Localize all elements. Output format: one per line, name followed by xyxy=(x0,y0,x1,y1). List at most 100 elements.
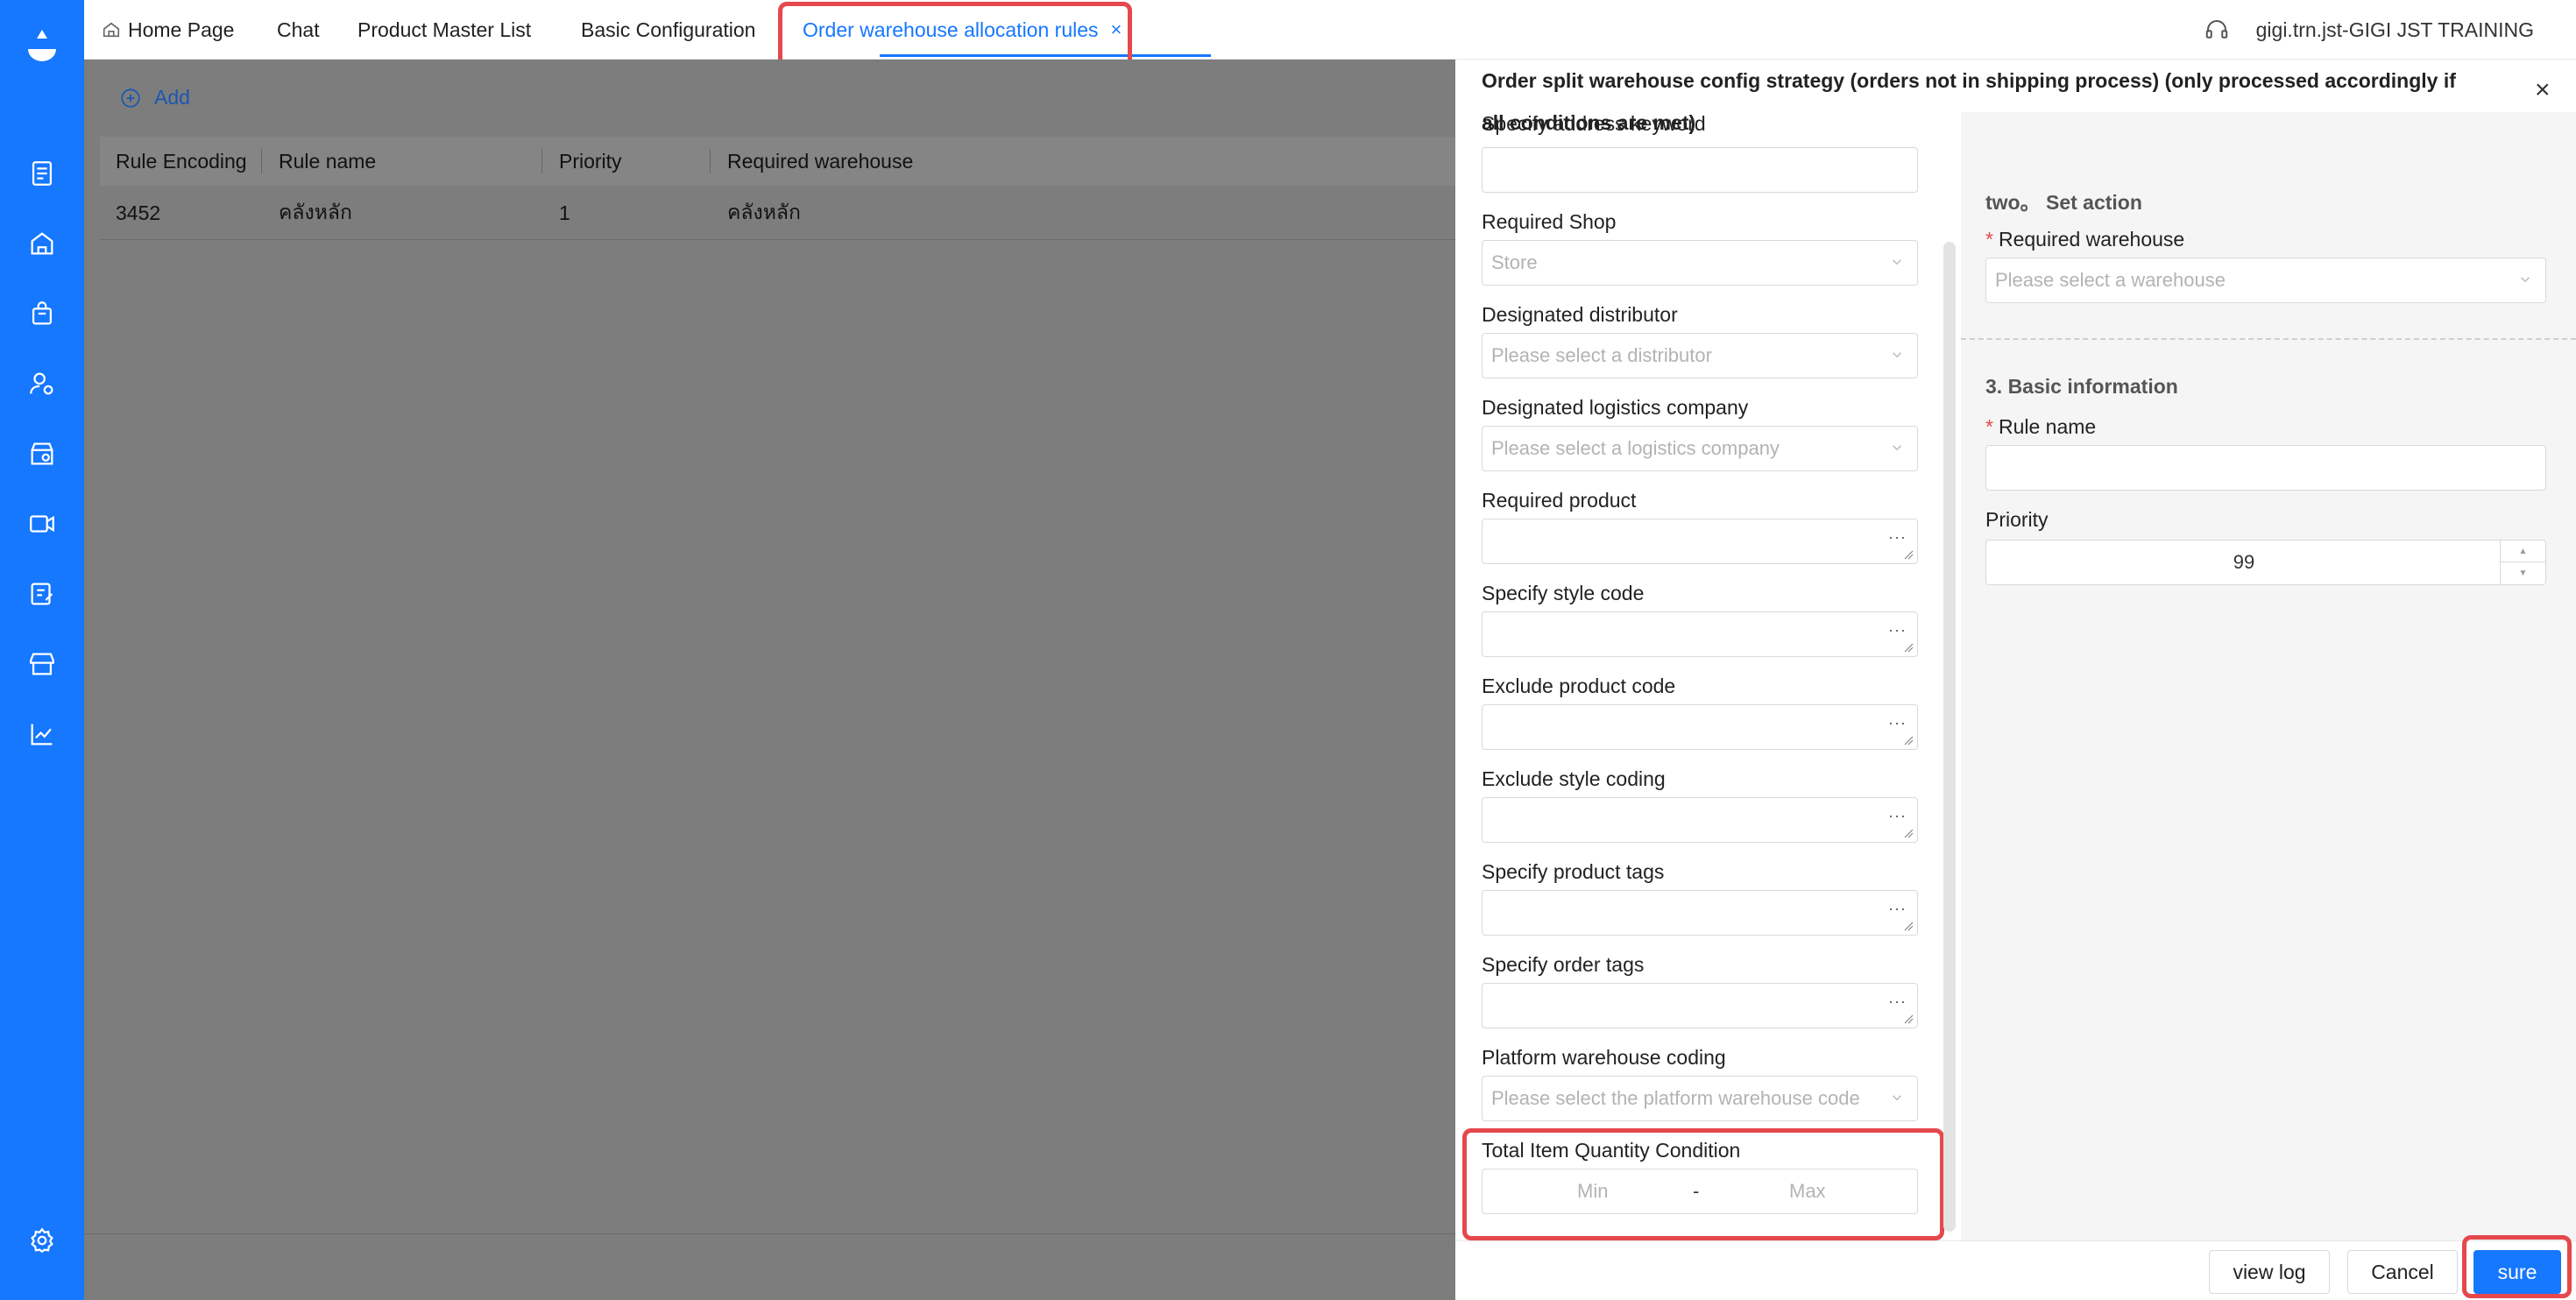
sure-button-highlight xyxy=(2462,1235,2572,1298)
shopping-bag-icon[interactable] xyxy=(0,287,84,340)
label-text: Rule name xyxy=(1998,415,2097,438)
chevron-down-icon xyxy=(1892,352,1902,358)
decrement-icon[interactable]: ▼ xyxy=(2501,562,2545,584)
field-label: * Rule name xyxy=(1985,415,2096,439)
edit-list-icon[interactable] xyxy=(0,568,84,620)
field-label: Required product xyxy=(1482,489,1637,512)
cancel-button[interactable]: Cancel xyxy=(2347,1250,2458,1294)
more-icon[interactable]: ··· xyxy=(1888,714,1907,732)
drawer-footer: view log Cancel sure xyxy=(1455,1240,2576,1300)
home-icon xyxy=(103,22,120,38)
tab-basic-configuration[interactable]: Basic Configuration xyxy=(581,0,755,60)
quantity-condition-highlight xyxy=(1462,1128,1944,1240)
resize-grip-icon[interactable] xyxy=(1903,1014,1914,1024)
placeholder: Please select a logistics company xyxy=(1491,437,1780,459)
cell-rule-name: คลังหลัก xyxy=(279,201,352,223)
scrollbar[interactable] xyxy=(1943,242,1956,1232)
placeholder: Please select the platform warehouse cod… xyxy=(1491,1087,1860,1109)
tab-label: Chat xyxy=(277,18,320,41)
priority-stepper[interactable]: 99 ▲ ▼ xyxy=(1985,540,2546,585)
tab-chat[interactable]: Chat xyxy=(277,0,320,60)
resize-grip-icon[interactable] xyxy=(1903,549,1914,560)
plus-circle-icon xyxy=(121,88,140,108)
tab-label: Basic Configuration xyxy=(581,18,756,41)
field-label: Priority xyxy=(1985,508,2049,531)
table-header: Rule Encoding Rule name Priority Require… xyxy=(100,137,1455,186)
more-icon[interactable]: ··· xyxy=(1888,900,1907,918)
product-tags-textarea[interactable]: ··· xyxy=(1482,890,1918,936)
field-label: Specify address keyword xyxy=(1482,112,1706,135)
required-mark: * xyxy=(1985,228,1993,251)
exclude-product-textarea[interactable]: ··· xyxy=(1482,704,1918,750)
view-log-button[interactable]: view log xyxy=(2209,1250,2330,1294)
home-warehouse-icon[interactable] xyxy=(0,217,84,270)
rule-config-drawer: Order split warehouse config strategy (o… xyxy=(1455,60,2576,1300)
cell-rule-encoding: 3452 xyxy=(116,201,161,224)
chevron-down-icon xyxy=(1892,445,1902,451)
droplet-logo-icon[interactable] xyxy=(21,19,63,68)
column-separator xyxy=(710,149,711,173)
cell-required-warehouse: คลังหลัก xyxy=(727,201,801,223)
tab-product-master-list[interactable]: Product Master List xyxy=(357,0,531,60)
placeholder: Please select a distributor xyxy=(1491,344,1712,366)
headset-icon[interactable] xyxy=(2204,17,2230,43)
resize-grip-icon[interactable] xyxy=(1903,642,1914,653)
rule-name-input[interactable] xyxy=(1985,445,2546,491)
resize-grip-icon[interactable] xyxy=(1903,921,1914,931)
stepper-controls: ▲ ▼ xyxy=(2500,540,2545,584)
logistics-company-select[interactable]: Please select a logistics company xyxy=(1482,426,1918,471)
required-mark: * xyxy=(1985,415,1993,438)
user-info[interactable]: gigi.trn.jst-GIGI JST TRAINING xyxy=(2204,0,2534,60)
settings-gear-icon[interactable] xyxy=(0,1214,84,1267)
cell-priority: 1 xyxy=(559,201,570,224)
close-icon[interactable]: × xyxy=(2535,75,2551,105)
priority-value: 99 xyxy=(2233,551,2255,573)
resize-grip-icon[interactable] xyxy=(1903,828,1914,838)
tab-bar: Home Page Chat Product Master List Basic… xyxy=(84,0,2576,60)
placeholder: Store xyxy=(1491,251,1538,273)
column-separator xyxy=(541,149,542,173)
shop-icon[interactable] xyxy=(0,638,84,690)
section-title: 3. Basic information xyxy=(1985,375,2178,398)
address-keyword-input[interactable] xyxy=(1482,147,1918,193)
more-icon[interactable]: ··· xyxy=(1888,621,1907,639)
action-panel: two。 Set action * Required warehouse Plea… xyxy=(1961,112,2576,1240)
distributor-select[interactable]: Please select a distributor xyxy=(1482,333,1918,378)
order-tags-textarea[interactable]: ··· xyxy=(1482,983,1918,1028)
field-label: Required Shop xyxy=(1482,210,1617,233)
more-icon[interactable]: ··· xyxy=(1888,993,1907,1011)
increment-icon[interactable]: ▲ xyxy=(2501,540,2545,562)
placeholder: Please select a warehouse xyxy=(1995,269,2226,291)
section-title: two。 Set action xyxy=(1985,191,2142,214)
column-separator xyxy=(261,149,262,173)
more-icon[interactable]: ··· xyxy=(1888,807,1907,825)
divider xyxy=(84,1233,1455,1234)
tab-label: Product Master List xyxy=(357,18,532,41)
table-row[interactable]: 3452 คลังหลัก 1 คลังหลัก xyxy=(100,186,1455,240)
more-icon[interactable]: ··· xyxy=(1888,528,1907,547)
user-gear-icon[interactable] xyxy=(0,357,84,410)
required-product-textarea[interactable]: ··· xyxy=(1482,519,1918,564)
sidebar xyxy=(0,0,84,1300)
add-button[interactable]: Add xyxy=(119,86,190,110)
resize-grip-icon[interactable] xyxy=(1903,735,1914,745)
tab-home-page[interactable]: Home Page xyxy=(102,0,234,60)
user-name: gigi.trn.jst-GIGI JST TRAINING xyxy=(2255,18,2534,41)
store-setting-icon[interactable] xyxy=(0,427,84,480)
warehouse-select[interactable]: Please select a warehouse xyxy=(1985,258,2546,303)
label-text: Required warehouse xyxy=(1998,228,2185,251)
required-shop-select[interactable]: Store xyxy=(1482,240,1918,286)
field-label: Exclude product code xyxy=(1482,675,1676,697)
style-code-textarea[interactable]: ··· xyxy=(1482,611,1918,657)
document-icon[interactable] xyxy=(0,147,84,200)
video-icon[interactable] xyxy=(0,498,84,550)
field-label: Designated logistics company xyxy=(1482,396,1749,419)
exclude-style-textarea[interactable]: ··· xyxy=(1482,797,1918,843)
field-label: Specify product tags xyxy=(1482,860,1665,883)
chevron-down-icon xyxy=(1892,1095,1902,1101)
platform-warehouse-select[interactable]: Please select the platform warehouse cod… xyxy=(1482,1076,1918,1121)
column-header: Priority xyxy=(559,149,622,173)
chevron-down-icon xyxy=(2520,277,2530,283)
tab-label: Home Page xyxy=(128,18,235,41)
trend-chart-icon[interactable] xyxy=(0,708,84,760)
